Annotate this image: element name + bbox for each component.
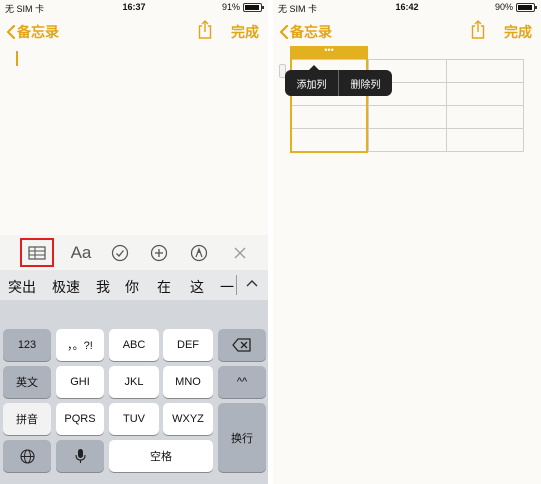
- key-punctuation[interactable]: ，。?!: [56, 329, 104, 361]
- column-handle[interactable]: •••: [290, 46, 368, 59]
- table-gridline: [446, 59, 447, 152]
- done-button[interactable]: 完成: [504, 22, 532, 42]
- candidate-item[interactable]: 一: [220, 277, 234, 297]
- globe-icon: [19, 448, 35, 464]
- status-bar: 无 SIM 卡 16:37 91%: [0, 0, 268, 14]
- popup-arrow: [309, 65, 319, 70]
- key-emoticon[interactable]: ^^: [218, 366, 266, 398]
- delete-column-button[interactable]: 删除列: [339, 76, 392, 91]
- add-column-button[interactable]: 添加列: [285, 76, 338, 91]
- microphone-icon: [74, 449, 86, 463]
- add-icon: [150, 244, 168, 261]
- battery-icon: [243, 2, 264, 12]
- key-123[interactable]: 123: [3, 329, 51, 361]
- backspace-icon: [232, 338, 251, 352]
- mic-key[interactable]: [56, 440, 104, 472]
- key-ghi[interactable]: GHI: [56, 366, 104, 398]
- candidate-divider: [236, 275, 237, 295]
- table-icon: [28, 245, 46, 260]
- candidate-item[interactable]: 我: [96, 277, 110, 297]
- chevron-left-icon: [6, 25, 15, 39]
- key-jkl[interactable]: JKL: [109, 366, 159, 398]
- markup-icon: [190, 244, 208, 261]
- battery-indicator: 91%: [221, 2, 264, 12]
- keyboard: 突出 极速 我 你 在 这 一 123 ，。?! ABC DEF 英文 GHI …: [0, 270, 268, 484]
- key-def[interactable]: DEF: [163, 329, 213, 361]
- left-screen: 无 SIM 卡 16:37 91% 备忘录 完成 Aa 突出 极速 我 你 在 …: [0, 0, 268, 484]
- delete-key[interactable]: [218, 329, 266, 361]
- close-icon: [234, 247, 246, 258]
- candidate-bar: 突出 极速 我 你 在 这 一: [0, 270, 268, 300]
- close-button[interactable]: [228, 238, 252, 267]
- candidate-item[interactable]: 在: [157, 277, 171, 297]
- candidate-item[interactable]: 极速: [52, 277, 80, 297]
- add-button[interactable]: [147, 238, 171, 267]
- column-menu: 添加列 删除列: [285, 65, 392, 96]
- checklist-button[interactable]: [108, 238, 132, 267]
- key-pqrs[interactable]: PQRS: [56, 403, 104, 435]
- candidate-item[interactable]: 你: [125, 277, 139, 297]
- done-button[interactable]: 完成: [231, 22, 259, 42]
- key-english[interactable]: 英文: [3, 366, 51, 398]
- selected-column[interactable]: [290, 46, 368, 153]
- format-toolbar: Aa: [0, 235, 268, 270]
- share-button[interactable]: [471, 20, 485, 44]
- key-abc[interactable]: ABC: [109, 329, 159, 361]
- checklist-icon: [111, 244, 129, 261]
- battery-icon: [516, 2, 537, 12]
- key-mno[interactable]: MNO: [163, 366, 213, 398]
- battery-indicator: 90%: [494, 2, 537, 12]
- share-icon: [198, 20, 212, 39]
- status-bar: 无 SIM 卡 16:42 90%: [273, 0, 541, 14]
- chevron-up-icon[interactable]: [246, 279, 258, 288]
- markup-button[interactable]: [187, 238, 211, 267]
- key-tuv[interactable]: TUV: [109, 403, 159, 435]
- key-wxyz[interactable]: WXYZ: [163, 403, 213, 435]
- return-key[interactable]: 换行: [218, 403, 266, 472]
- nav-bar: 备忘录 完成: [0, 14, 268, 46]
- share-icon: [471, 20, 485, 39]
- table-gridline: [523, 59, 524, 152]
- format-button[interactable]: Aa: [66, 238, 96, 267]
- back-button[interactable]: 备忘录: [6, 22, 59, 42]
- battery-percent: 91%: [221, 2, 240, 12]
- globe-key[interactable]: [3, 440, 51, 472]
- text-cursor: [16, 51, 18, 66]
- format-icon: Aa: [70, 242, 92, 262]
- battery-percent: 90%: [494, 2, 513, 12]
- back-label: 备忘录: [290, 24, 332, 40]
- candidate-item[interactable]: 突出: [8, 277, 36, 297]
- share-button[interactable]: [198, 20, 212, 44]
- table-button[interactable]: [20, 238, 54, 267]
- screen-divider: [268, 0, 273, 484]
- nav-bar: 备忘录 完成: [273, 14, 541, 46]
- candidate-item[interactable]: 这: [190, 277, 204, 297]
- back-button[interactable]: 备忘录: [279, 22, 332, 42]
- space-key[interactable]: 空格: [109, 440, 213, 472]
- key-pinyin[interactable]: 拼音: [3, 403, 51, 435]
- chevron-left-icon: [279, 25, 288, 39]
- back-label: 备忘录: [17, 24, 59, 40]
